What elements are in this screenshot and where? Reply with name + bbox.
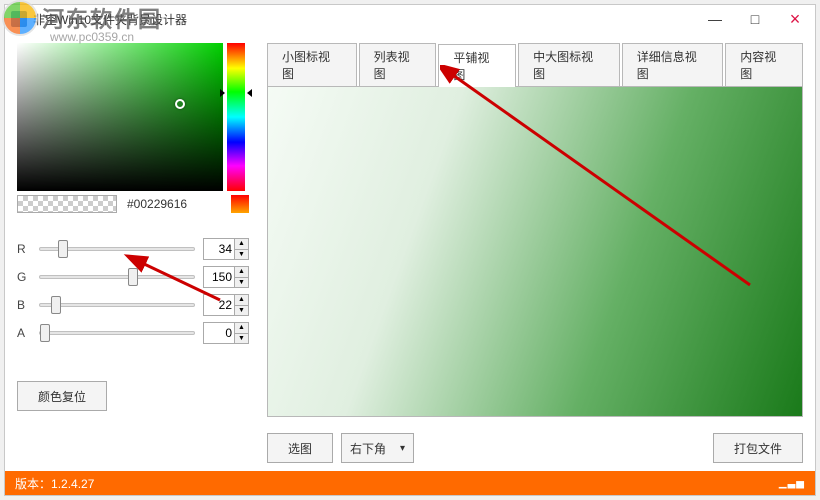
g-label: G	[17, 270, 31, 284]
view-tabs: 小图标视图 列表视图 平铺视图 中大图标视图 详细信息视图 内容视图	[267, 43, 803, 86]
version-text: 版本：1.2.4.27	[15, 475, 94, 492]
r-field[interactable]	[204, 239, 234, 259]
titlebar: 非空Win10文件夹背景设计器 — □ ×	[5, 5, 815, 33]
hue-slider[interactable]	[227, 43, 245, 191]
b-input[interactable]: ▲▼	[203, 294, 249, 316]
app-window: 非空Win10文件夹背景设计器 — □ × #00229616	[4, 4, 816, 496]
hue-strip-extension	[231, 195, 249, 213]
choose-image-button[interactable]: 选图	[267, 433, 333, 463]
signal-icon: ▁▃▅	[779, 478, 805, 489]
g-input[interactable]: ▲▼	[203, 266, 249, 288]
r-label: R	[17, 242, 31, 256]
tab-small-icons[interactable]: 小图标视图	[267, 43, 357, 86]
g-up-icon[interactable]: ▲	[235, 267, 248, 278]
preview-pane	[267, 86, 803, 417]
r-down-icon[interactable]: ▼	[235, 250, 248, 260]
minimize-button[interactable]: —	[695, 5, 735, 33]
tab-content[interactable]: 内容视图	[725, 43, 803, 86]
b-field[interactable]	[204, 295, 234, 315]
tab-tile[interactable]: 平铺视图	[438, 44, 516, 87]
rgb-sliders: R ▲▼ G ▲▼ B	[17, 235, 249, 347]
sv-handle-icon[interactable]	[175, 99, 185, 109]
saturation-value-picker[interactable]	[17, 43, 223, 191]
tab-medium-large[interactable]: 中大图标视图	[518, 43, 620, 86]
a-down-icon[interactable]: ▼	[235, 334, 248, 344]
r-input[interactable]: ▲▼	[203, 238, 249, 260]
window-title: 非空Win10文件夹背景设计器	[33, 11, 695, 28]
b-down-icon[interactable]: ▼	[235, 306, 248, 316]
r-up-icon[interactable]: ▲	[235, 239, 248, 250]
b-up-icon[interactable]: ▲	[235, 295, 248, 306]
hex-value: #00229616	[127, 197, 187, 211]
a-field[interactable]	[204, 323, 234, 343]
content-area: #00229616 R ▲▼ G	[5, 33, 815, 471]
hue-handle-icon[interactable]	[224, 89, 248, 97]
reset-color-button[interactable]: 颜色复位	[17, 381, 107, 411]
a-input[interactable]: ▲▼	[203, 322, 249, 344]
pack-button[interactable]: 打包文件	[713, 433, 803, 463]
position-select[interactable]: 右下角	[341, 433, 414, 463]
close-button[interactable]: ×	[775, 5, 815, 33]
r-slider[interactable]	[39, 247, 195, 251]
right-panel: 小图标视图 列表视图 平铺视图 中大图标视图 详细信息视图 内容视图 选图 右下…	[267, 43, 803, 463]
position-value: 右下角	[350, 440, 386, 457]
g-down-icon[interactable]: ▼	[235, 278, 248, 288]
status-bar: 版本：1.2.4.27 ▁▃▅	[5, 471, 815, 495]
b-label: B	[17, 298, 31, 312]
a-slider[interactable]	[39, 331, 195, 335]
tab-details[interactable]: 详细信息视图	[622, 43, 724, 86]
g-slider[interactable]	[39, 275, 195, 279]
g-field[interactable]	[204, 267, 234, 287]
alpha-preview	[17, 195, 117, 213]
a-up-icon[interactable]: ▲	[235, 323, 248, 334]
left-panel: #00229616 R ▲▼ G	[17, 43, 249, 463]
b-slider[interactable]	[39, 303, 195, 307]
a-label: A	[17, 326, 31, 340]
tab-list[interactable]: 列表视图	[359, 43, 437, 86]
maximize-button[interactable]: □	[735, 5, 775, 33]
app-icon	[11, 11, 27, 27]
